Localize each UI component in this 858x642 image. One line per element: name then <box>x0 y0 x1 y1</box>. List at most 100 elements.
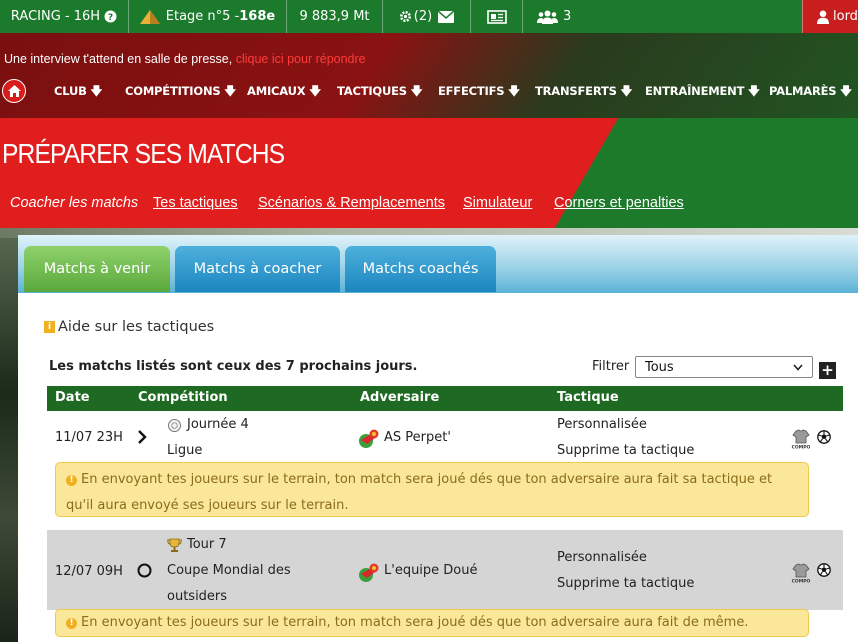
league-icon <box>168 419 181 432</box>
svg-text:COMPO: COMPO <box>792 579 811 584</box>
team-badge-icon <box>359 563 379 582</box>
trophy-icon <box>167 538 182 552</box>
nav-entrainement[interactable]: ENTRAÎNEMENT 🡇 <box>645 84 760 103</box>
floor-value: 168e <box>239 9 276 24</box>
row1-warning: ! En envoyant tes joueurs sur le terrain,… <box>55 462 809 517</box>
subnav-simulateur[interactable]: Simulateur <box>463 195 532 211</box>
envelope-icon[interactable] <box>438 10 455 23</box>
row1-opponent[interactable]: AS Perpet' <box>384 430 451 445</box>
row1-warning-text: En envoyant tes joueurs sur le terrain, … <box>66 472 773 513</box>
row1-tactic-delete[interactable]: Supprime ta tactique <box>557 443 694 458</box>
row1-date: 11/07 23H <box>55 430 123 445</box>
press-message-link[interactable]: clique ici pour répondre <box>236 52 366 66</box>
notifications[interactable]: (2) <box>383 0 471 33</box>
top-status-bar: RACING - 16H ? Etage n°5 - 168e 9 883,9 … <box>0 0 858 33</box>
soccer-ball-icon[interactable] <box>817 430 831 444</box>
nav-transferts[interactable]: TRANSFERTS 🡇 <box>535 84 632 103</box>
nav-club-label: CLUB <box>54 84 87 98</box>
nav-palmares-label: PALMARÈS <box>769 84 837 98</box>
tab-matchs-a-venir[interactable]: Matchs à venir <box>24 246 170 292</box>
user-name: lord <box>833 9 858 24</box>
nav-amicaux[interactable]: AMICAUX 🡇 <box>247 84 321 103</box>
svg-text:?: ? <box>108 13 113 23</box>
newspaper-button[interactable] <box>471 0 523 33</box>
subnav-corners[interactable]: Corners et penalties <box>554 195 684 211</box>
help-link[interactable]: i Aide sur les tactiques <box>44 319 214 335</box>
pyramid-icon <box>139 9 160 24</box>
floor-label: Etage n°5 - <box>165 9 240 24</box>
row2-tactic: Personnalisée <box>557 550 647 565</box>
tab-matchs-coaches[interactable]: Matchs coachés <box>345 246 496 292</box>
header-date: Date <box>55 390 90 405</box>
newspaper-icon[interactable] <box>486 9 507 24</box>
nav-entrainement-label: ENTRAÎNEMENT <box>645 84 745 98</box>
subnav-coacher[interactable]: Coacher les matchs <box>10 195 138 211</box>
row2-warning-text: En envoyant tes joueurs sur le terrain, … <box>81 615 749 630</box>
row1-comp-line2: Ligue <box>167 443 203 458</box>
floor-info[interactable]: Etage n°5 - 168e <box>129 0 287 33</box>
background-photo <box>0 228 18 642</box>
circle-status-icon[interactable] <box>137 563 152 578</box>
row2-comp-line2: Coupe Mondial des <box>167 563 291 578</box>
users-icon[interactable] <box>537 10 558 24</box>
plus-icon: + <box>821 361 834 379</box>
shirt-compo-icon[interactable]: COMPO <box>791 563 811 583</box>
arrow-down-icon: 🡇 <box>840 84 852 98</box>
soccer-ball-icon[interactable] <box>817 563 831 577</box>
header-tactique: Tactique <box>557 390 619 405</box>
arrow-down-icon: 🡇 <box>508 84 520 98</box>
nav-effectifs-label: EFFECTIFS <box>438 84 505 98</box>
nav-amicaux-label: AMICAUX <box>247 84 306 98</box>
friends-button[interactable]: 3 <box>523 0 583 33</box>
nav-competitions-label: COMPÉTITIONS <box>125 84 221 98</box>
shirt-compo-icon[interactable]: COMPO <box>791 429 811 449</box>
chevron-down-icon <box>793 363 803 371</box>
tab-matchs-a-coacher[interactable]: Matchs à coacher <box>175 246 340 292</box>
club-info[interactable]: RACING - 16H ? <box>0 0 129 33</box>
nav-club[interactable]: CLUB 🡇 <box>54 84 102 103</box>
gear-icon[interactable] <box>399 10 412 23</box>
arrow-down-icon: 🡇 <box>620 84 633 98</box>
friends-count: 3 <box>563 9 572 24</box>
row1-tactic: Personnalisée <box>557 417 647 432</box>
row2-comp-name: Mondial des <box>208 563 291 578</box>
page-title: PRÉPARER SES MATCHS <box>2 138 285 169</box>
user-menu[interactable]: lord <box>802 0 858 33</box>
home-button[interactable] <box>2 79 26 103</box>
question-circle-icon[interactable]: ? <box>104 10 117 23</box>
arrow-down-icon: 🡇 <box>309 84 321 98</box>
chevron-right-icon[interactable] <box>137 430 147 444</box>
row2-comp-line1: Tour 7 <box>187 537 227 552</box>
warning-icon: ! <box>66 475 77 486</box>
nav-tactiques-label: TACTIQUES <box>337 84 407 98</box>
user-icon <box>817 10 829 24</box>
nav-palmares[interactable]: PALMARÈS 🡇 <box>769 84 852 103</box>
row2-date: 12/07 09H <box>55 564 123 579</box>
header-competition: Compétition <box>138 390 228 405</box>
row2-opponent[interactable]: L'equipe Doué <box>384 563 478 578</box>
money-value: 9 883,9 Mt <box>299 9 370 24</box>
subnav-tactiques[interactable]: Tes tactiques <box>153 195 238 211</box>
press-message: Une interview t'attend en salle de press… <box>4 52 366 66</box>
row2-warning: ! En envoyant tes joueurs sur le terrain,… <box>55 609 809 637</box>
money-display[interactable]: 9 883,9 Mt <box>287 0 383 33</box>
arrow-down-icon: 🡇 <box>90 84 103 98</box>
row2-comp-line3: outsiders <box>167 589 228 604</box>
nav-tactiques[interactable]: TACTIQUES 🡇 <box>337 84 423 103</box>
row1-comp-line1: Journée 4 <box>187 417 249 432</box>
home-icon[interactable] <box>7 85 21 97</box>
press-message-text: Une interview t'attend en salle de press… <box>4 52 236 66</box>
nav-effectifs[interactable]: EFFECTIFS 🡇 <box>438 84 520 103</box>
nav-transferts-label: TRANSFERTS <box>535 84 617 98</box>
filter-value: Tous <box>645 359 674 375</box>
row2-tactic-delete[interactable]: Supprime ta tactique <box>557 576 694 591</box>
info-icon: i <box>44 321 55 333</box>
table-header: Date Compétition Adversaire Tactique <box>47 386 843 411</box>
subnav-scenarios[interactable]: Scénarios & Remplacements <box>258 195 445 211</box>
settings-count: (2) <box>413 9 433 24</box>
filter-select[interactable]: Tous <box>635 356 813 378</box>
svg-text:COMPO: COMPO <box>792 445 811 450</box>
nav-competitions[interactable]: COMPÉTITIONS 🡇 <box>125 84 236 103</box>
add-button[interactable]: + <box>819 362 836 379</box>
arrow-down-icon: 🡇 <box>224 84 236 98</box>
